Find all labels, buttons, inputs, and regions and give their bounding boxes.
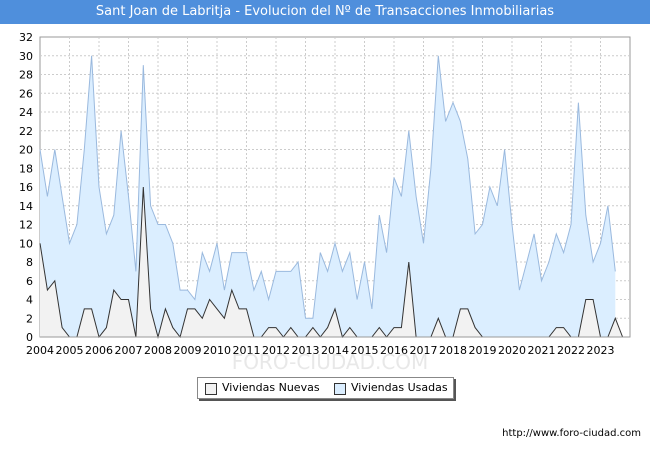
y-tick-label: 32 bbox=[19, 31, 33, 44]
chart-title: Sant Joan de Labritja - Evolucion del Nº… bbox=[95, 4, 555, 19]
y-tick-label: 20 bbox=[19, 144, 33, 157]
y-tick-label: 0 bbox=[26, 331, 33, 344]
x-tick-label: 2021 bbox=[528, 344, 556, 357]
y-tick-label: 2 bbox=[26, 312, 33, 325]
legend-label-usadas: Viviendas Usadas bbox=[351, 381, 448, 394]
y-tick-label: 12 bbox=[19, 219, 33, 232]
footer-url: http://www.foro-ciudad.com bbox=[502, 428, 641, 439]
y-tick-label: 4 bbox=[26, 294, 33, 307]
y-tick-label: 22 bbox=[19, 125, 33, 138]
x-tick-label: 2008 bbox=[144, 344, 172, 357]
x-tick-label: 2022 bbox=[557, 344, 585, 357]
x-tick-label: 2007 bbox=[115, 344, 143, 357]
x-tick-label: 2018 bbox=[439, 344, 467, 357]
y-tick-label: 28 bbox=[19, 69, 33, 82]
y-tick-label: 26 bbox=[19, 87, 33, 100]
y-tick-label: 24 bbox=[19, 106, 33, 119]
y-tick-label: 6 bbox=[26, 275, 33, 288]
y-tick-label: 8 bbox=[26, 256, 33, 269]
legend: Viviendas Nuevas Viviendas Usadas bbox=[197, 377, 454, 399]
y-tick-label: 18 bbox=[19, 162, 33, 175]
legend-swatch-usadas bbox=[334, 383, 346, 395]
y-tick-label: 30 bbox=[19, 50, 33, 63]
x-tick-label: 2005 bbox=[56, 344, 84, 357]
x-tick-label: 2023 bbox=[587, 344, 615, 357]
y-tick-label: 14 bbox=[19, 200, 33, 213]
y-tick-label: 10 bbox=[19, 237, 33, 250]
chart-area: 024681012141618202224262830322004 2005 200… bbox=[19, 31, 631, 372]
legend-label-nuevas: Viviendas Nuevas bbox=[222, 381, 320, 394]
x-tick-label: 2020 bbox=[498, 344, 526, 357]
watermark: FORO-CIUDAD.COM bbox=[232, 350, 429, 372]
x-tick-label: 2010 bbox=[203, 344, 231, 357]
y-tick-label: 16 bbox=[19, 181, 33, 194]
legend-swatch-nuevas bbox=[205, 383, 217, 395]
x-tick-label: 2019 bbox=[469, 344, 497, 357]
x-tick-label: 2006 bbox=[85, 344, 113, 357]
x-tick-label: 2009 bbox=[174, 344, 202, 357]
x-tick-label: 2004 bbox=[26, 344, 54, 357]
